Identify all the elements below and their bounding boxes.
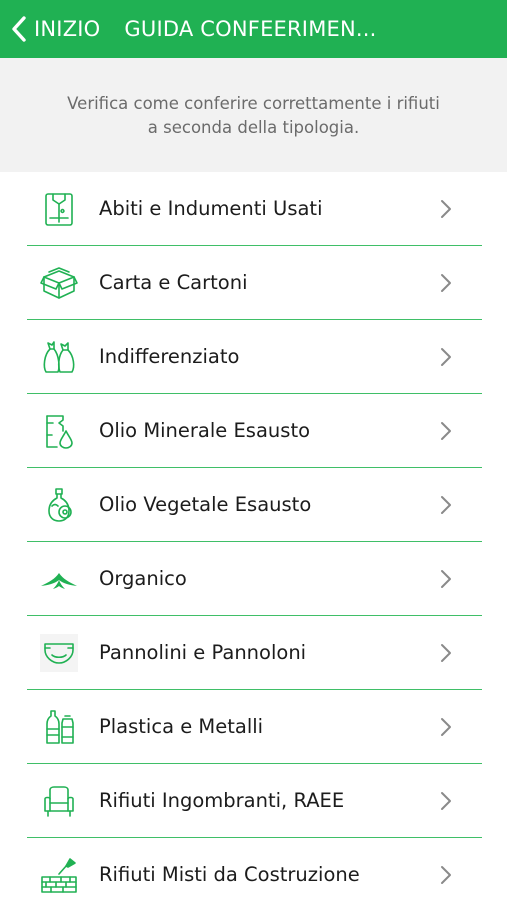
trash-bags-icon: [38, 336, 80, 378]
clothing-icon: [38, 188, 80, 230]
category-item-olio-minerale[interactable]: Olio Minerale Esausto: [27, 394, 482, 468]
diaper-icon: [38, 632, 80, 674]
category-label: Rifiuti Misti da Costruzione: [99, 863, 360, 886]
vegetable-oil-icon: [38, 484, 80, 526]
chevron-right-icon: [440, 865, 452, 885]
category-item-olio-vegetale[interactable]: Olio Vegetale Esausto: [27, 468, 482, 542]
category-item-pannolini[interactable]: Pannolini e Pannoloni: [27, 616, 482, 690]
app-screen: INIZIO GUIDA CONFEERIMEN... Verifica com…: [0, 0, 507, 900]
bottles-cans-icon: [38, 706, 80, 748]
category-item-abiti[interactable]: Abiti e Indumenti Usati: [27, 172, 482, 246]
category-label: Organico: [99, 567, 187, 590]
category-item-ingombranti[interactable]: Rifiuti Ingombranti, RAEE: [27, 764, 482, 838]
top-bar: INIZIO GUIDA CONFEERIMEN...: [0, 0, 507, 58]
bricks-trowel-icon: [38, 854, 80, 896]
back-label: INIZIO: [34, 17, 101, 41]
category-label: Abiti e Indumenti Usati: [99, 197, 323, 220]
chevron-right-icon: [440, 347, 452, 367]
intro-text: Verifica come conferire correttamente i …: [67, 94, 440, 137]
category-item-indifferenziato[interactable]: Indifferenziato: [27, 320, 482, 394]
category-item-carta[interactable]: Carta e Cartoni: [27, 246, 482, 320]
chevron-right-icon: [440, 421, 452, 441]
back-button[interactable]: INIZIO: [10, 15, 100, 43]
category-label: Plastica e Metalli: [99, 715, 264, 738]
category-label: Indifferenziato: [99, 345, 240, 368]
category-item-organico[interactable]: Organico: [27, 542, 482, 616]
chevron-right-icon: [440, 199, 452, 219]
chevron-right-icon: [440, 643, 452, 663]
category-label: Olio Vegetale Esausto: [99, 493, 312, 516]
chevron-right-icon: [440, 495, 452, 515]
intro-panel: Verifica come conferire correttamente i …: [0, 58, 507, 172]
armchair-icon: [38, 780, 80, 822]
chevron-left-icon: [10, 15, 28, 43]
page-title: GUIDA CONFEERIMEN...: [124, 17, 377, 41]
organic-leaves-icon: [38, 558, 80, 600]
category-label: Carta e Cartoni: [99, 271, 248, 294]
category-label: Pannolini e Pannoloni: [99, 641, 307, 664]
chevron-right-icon: [440, 791, 452, 811]
chevron-right-icon: [440, 273, 452, 293]
cardboard-box-icon: [38, 262, 80, 304]
category-item-plastica[interactable]: Plastica e Metalli: [27, 690, 482, 764]
chevron-right-icon: [440, 569, 452, 589]
category-item-costruzione[interactable]: Rifiuti Misti da Costruzione: [27, 838, 482, 900]
category-label: Rifiuti Ingombranti, RAEE: [99, 789, 345, 812]
mineral-oil-icon: [38, 410, 80, 452]
chevron-right-icon: [440, 717, 452, 737]
category-label: Olio Minerale Esausto: [99, 419, 311, 442]
category-list: Abiti e Indumenti Usati Carta e Cartoni: [0, 172, 507, 900]
